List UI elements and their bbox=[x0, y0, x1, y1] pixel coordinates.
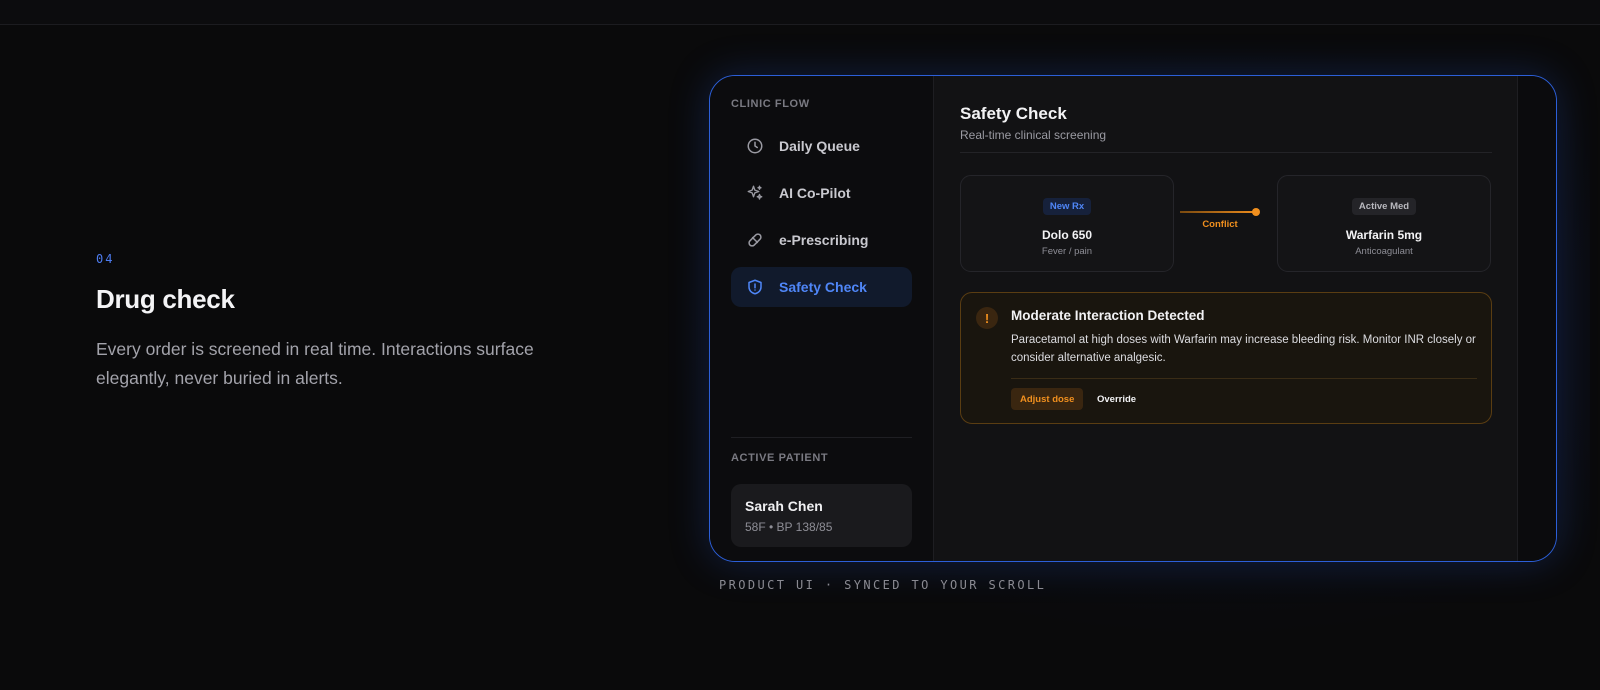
interaction-alert: ! Moderate Interaction Detected Paraceta… bbox=[960, 292, 1492, 424]
alert-description: Paracetamol at high doses with Warfarin … bbox=[1011, 334, 1476, 364]
clinic-flow-label: CLINIC FLOW bbox=[731, 98, 810, 110]
alert-title: Moderate Interaction Detected bbox=[1011, 308, 1205, 323]
feature-headline: Drug check bbox=[96, 284, 235, 314]
sidebar-item-ai-co-pilot[interactable]: AI Co-Pilot bbox=[731, 173, 912, 213]
shield-icon bbox=[745, 277, 765, 297]
conflict-label: Conflict bbox=[1202, 219, 1238, 230]
new-rx-badge: New Rx bbox=[1042, 198, 1092, 215]
feature-copy: 04 Drug check Every order is screened in… bbox=[96, 252, 616, 393]
new-rx-indication: Fever / pain bbox=[1041, 246, 1093, 257]
pill-icon bbox=[745, 230, 765, 250]
new-rx-card[interactable]: New Rx Dolo 650 Fever / pain bbox=[960, 175, 1174, 272]
product-ui-frame: CLINIC FLOW Daily Queue AI Co-Pilot e-Pr… bbox=[709, 75, 1557, 562]
conflict-connector: Conflict bbox=[1180, 208, 1260, 248]
frame-right-edge bbox=[1518, 76, 1556, 561]
sidebar-item-e-prescribing[interactable]: e-Prescribing bbox=[731, 220, 912, 260]
override-button[interactable]: Override bbox=[1091, 388, 1142, 410]
conflict-line bbox=[1180, 211, 1254, 213]
page-subtitle: Real-time clinical screening bbox=[960, 128, 1107, 142]
patient-vitals: 58F • BP 138/85 bbox=[745, 520, 833, 534]
sidebar-nav: Daily Queue AI Co-Pilot e-Prescribing Sa… bbox=[731, 126, 912, 314]
active-patient-label: ACTIVE PATIENT bbox=[731, 452, 829, 464]
top-bar bbox=[0, 0, 1600, 24]
feature-description: Every order is screened in real time. In… bbox=[96, 339, 534, 388]
sidebar-divider bbox=[731, 437, 912, 438]
product-ui-caption: PRODUCT UI · SYNCED TO YOUR SCROLL bbox=[719, 578, 1047, 592]
sidebar-item-label: e-Prescribing bbox=[779, 232, 869, 248]
clock-icon bbox=[745, 136, 765, 156]
warning-icon: ! bbox=[976, 307, 998, 329]
top-divider bbox=[0, 24, 1600, 25]
new-rx-drug-name: Dolo 650 bbox=[1041, 228, 1092, 242]
patient-name: Sarah Chen bbox=[745, 498, 823, 514]
safety-check-panel: Safety Check Real-time clinical screenin… bbox=[934, 76, 1518, 561]
header-divider bbox=[960, 152, 1492, 153]
sidebar-item-safety-check[interactable]: Safety Check bbox=[731, 267, 912, 307]
active-med-badge: Active Med bbox=[1351, 198, 1417, 215]
sidebar-item-label: Daily Queue bbox=[779, 138, 860, 154]
sidebar: CLINIC FLOW Daily Queue AI Co-Pilot e-Pr… bbox=[710, 76, 934, 561]
active-med-class: Anticoagulant bbox=[1355, 246, 1413, 257]
sidebar-item-label: Safety Check bbox=[779, 279, 867, 295]
sidebar-item-label: AI Co-Pilot bbox=[779, 185, 851, 201]
alert-divider bbox=[1011, 378, 1477, 379]
active-patient-card[interactable]: Sarah Chen 58F • BP 138/85 bbox=[731, 484, 912, 547]
active-med-drug-name: Warfarin 5mg bbox=[1345, 228, 1423, 242]
page-title: Safety Check bbox=[960, 104, 1067, 123]
step-number: 04 bbox=[96, 252, 115, 266]
adjust-dose-button[interactable]: Adjust dose bbox=[1011, 388, 1084, 410]
conflict-dot bbox=[1252, 208, 1260, 216]
sidebar-item-daily-queue[interactable]: Daily Queue bbox=[731, 126, 912, 166]
sparkle-icon bbox=[745, 183, 765, 203]
active-med-card[interactable]: Active Med Warfarin 5mg Anticoagulant bbox=[1277, 175, 1491, 272]
